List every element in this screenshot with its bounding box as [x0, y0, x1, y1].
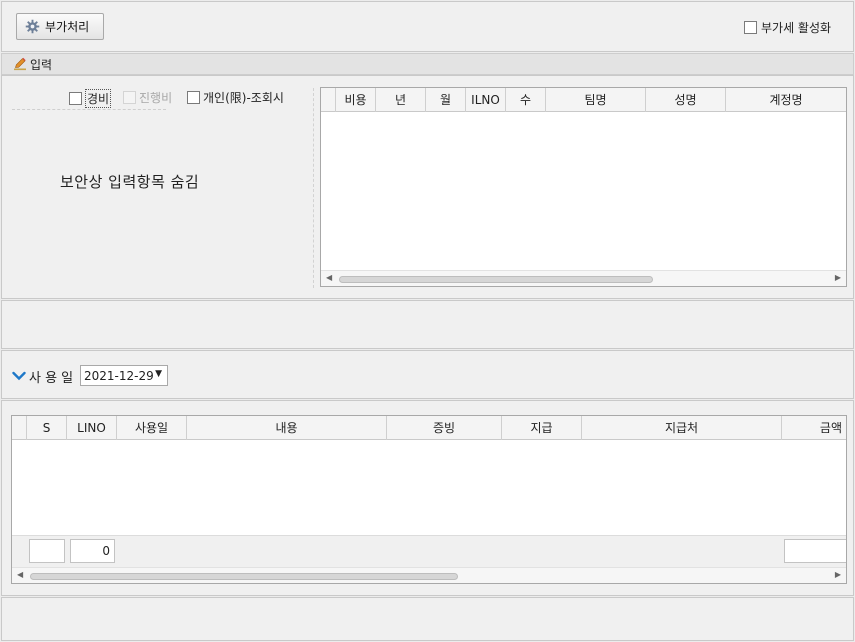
- expense-checkbox-option[interactable]: 경비: [69, 89, 112, 108]
- scroll-thumb[interactable]: [30, 573, 458, 580]
- col-amount[interactable]: 금액: [782, 416, 846, 440]
- extra-process-button[interactable]: 부가처리: [16, 13, 104, 40]
- vat-checkbox[interactable]: [744, 21, 757, 34]
- col-use-date[interactable]: 사용일: [117, 416, 187, 440]
- pencil-icon: [13, 57, 27, 71]
- spacer-panel: [1, 300, 854, 349]
- progress-checkbox: [123, 91, 136, 104]
- col-evidence[interactable]: 증빙: [387, 416, 502, 440]
- detail-grid-header: S LINO 사용일 내용 증빙 지급 지급처 금액: [12, 416, 846, 440]
- use-date-value: 2021-12-29: [84, 368, 154, 383]
- detail-panel: S LINO 사용일 내용 증빙 지급 지급처 금액 0 ◀ ▶: [1, 400, 854, 596]
- scroll-right-icon[interactable]: ▶: [835, 273, 841, 282]
- top-toolbar: 부가처리 부가세 활성화: [1, 1, 854, 52]
- expense-label: 경비: [85, 89, 112, 108]
- use-date-label: 사 용 일: [29, 371, 74, 386]
- col-content[interactable]: 내용: [187, 416, 387, 440]
- col-count[interactable]: 수: [506, 88, 546, 112]
- personal-checkbox[interactable]: [187, 91, 200, 104]
- col-payee[interactable]: 지급처: [582, 416, 782, 440]
- personal-label: 개인(限)-조회시: [203, 91, 284, 105]
- expense-checkbox[interactable]: [69, 92, 82, 105]
- vat-toggle-label: 부가세 활성화: [761, 21, 832, 35]
- col-account[interactable]: 계정명: [726, 88, 846, 112]
- footer-s-box: [29, 539, 65, 563]
- col-team[interactable]: 팀명: [546, 88, 646, 112]
- input-grid-header: 비용 년 월 ILNO 수 팀명 성명 계정명: [321, 88, 846, 112]
- input-section-title: 입력: [30, 57, 53, 72]
- date-filter-panel: 사 용 일 2021-12-29 ▼: [1, 350, 854, 399]
- input-grid-hscroll[interactable]: ◀ ▶: [321, 270, 846, 286]
- vertical-separator: [313, 88, 314, 288]
- col-month[interactable]: 월: [426, 88, 466, 112]
- extra-process-label: 부가처리: [45, 20, 90, 34]
- input-section-header: 입력: [1, 53, 854, 75]
- security-notice: 보안상 입력항목 숨김: [60, 173, 200, 191]
- personal-checkbox-option[interactable]: 개인(限)-조회시: [187, 89, 284, 106]
- col-name[interactable]: 성명: [646, 88, 726, 112]
- col-lino[interactable]: LINO: [67, 416, 117, 440]
- use-date-select[interactable]: 2021-12-29 ▼: [80, 365, 168, 386]
- detail-grid-corner: [12, 416, 27, 440]
- col-payment[interactable]: 지급: [502, 416, 582, 440]
- col-year[interactable]: 년: [376, 88, 426, 112]
- detail-grid-footer: 0: [12, 535, 846, 567]
- dropdown-arrow-icon: ▼: [155, 369, 162, 379]
- input-grid[interactable]: 비용 년 월 ILNO 수 팀명 성명 계정명 ◀ ▶: [320, 87, 847, 287]
- footer-amount-box: [784, 539, 846, 563]
- input-grid-corner: [321, 88, 336, 112]
- vat-toggle[interactable]: 부가세 활성화: [744, 19, 831, 36]
- scroll-thumb[interactable]: [339, 276, 653, 283]
- dashed-separator: [12, 109, 166, 110]
- footer-count-box: 0: [70, 539, 115, 563]
- detail-grid[interactable]: S LINO 사용일 내용 증빙 지급 지급처 금액 0 ◀ ▶: [11, 415, 847, 584]
- input-section-body: 경비 진행비 개인(限)-조회시 보안상 입력항목 숨김 비용 년 월 ILNO…: [1, 75, 854, 299]
- gear-icon: [25, 19, 40, 34]
- scroll-left-icon[interactable]: ◀: [17, 570, 23, 579]
- bottom-panel: [1, 597, 854, 641]
- scroll-right-icon[interactable]: ▶: [835, 570, 841, 579]
- progress-label: 진행비: [139, 91, 173, 105]
- scroll-left-icon[interactable]: ◀: [326, 273, 332, 282]
- chevron-down-icon[interactable]: [12, 370, 26, 382]
- col-cost[interactable]: 비용: [336, 88, 376, 112]
- detail-grid-hscroll[interactable]: ◀ ▶: [12, 567, 846, 583]
- col-s[interactable]: S: [27, 416, 67, 440]
- col-ilno[interactable]: ILNO: [466, 88, 506, 112]
- progress-checkbox-option: 진행비: [123, 89, 172, 106]
